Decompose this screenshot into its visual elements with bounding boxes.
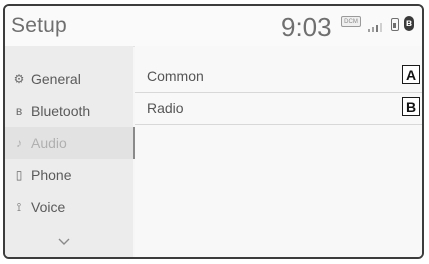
- signal-strength-icon: [368, 20, 388, 32]
- sidebar-item-bluetooth[interactable]: ʙ Bluetooth: [5, 95, 133, 127]
- bluetooth-status-icon: ʙ: [404, 16, 414, 31]
- callout-badge: A: [402, 65, 420, 84]
- voice-icon: ⟟: [16, 199, 22, 214]
- sidebar-item-voice[interactable]: ⟟ Voice: [5, 191, 133, 223]
- callout-badge: B: [402, 97, 420, 116]
- sidebar-item-audio[interactable]: ♪ Audio: [5, 127, 135, 159]
- sidebar: ⚙ General ʙ Bluetooth ♪ Audio ▯ Phone ⟟ …: [5, 46, 135, 257]
- phone-icon: ▯: [15, 168, 23, 182]
- sidebar-item-label: General: [31, 71, 81, 87]
- music-note-icon: ♪: [16, 136, 22, 150]
- clock: 9:03: [281, 12, 332, 42]
- page-title: Setup: [11, 14, 67, 37]
- dcm-icon: DCM: [341, 16, 361, 27]
- chevron-down-icon[interactable]: [57, 236, 71, 250]
- sidebar-item-label: Bluetooth: [31, 103, 91, 119]
- list-item-radio[interactable]: Radio B: [135, 92, 422, 125]
- list-item-common[interactable]: Common A: [135, 60, 422, 93]
- sidebar-item-phone[interactable]: ▯ Phone: [5, 159, 133, 191]
- phone-status-icon: [391, 18, 399, 31]
- bluetooth-icon: ʙ: [15, 104, 23, 118]
- setup-screen: Setup 9:03 DCM ʙ ⚙ General ʙ Bluetooth ♪…: [3, 4, 424, 259]
- list-item-label: Common: [147, 68, 204, 84]
- audio-settings-list: Common A Radio B: [135, 46, 422, 257]
- sidebar-item-label: Phone: [31, 167, 72, 183]
- sidebar-item-label: Voice: [31, 199, 66, 215]
- gear-icon: ⚙: [13, 72, 25, 86]
- header-bar: Setup 9:03 DCM ʙ: [5, 6, 422, 47]
- sidebar-item-label: Audio: [31, 135, 67, 151]
- list-item-label: Radio: [147, 100, 184, 116]
- sidebar-item-general[interactable]: ⚙ General: [5, 63, 133, 95]
